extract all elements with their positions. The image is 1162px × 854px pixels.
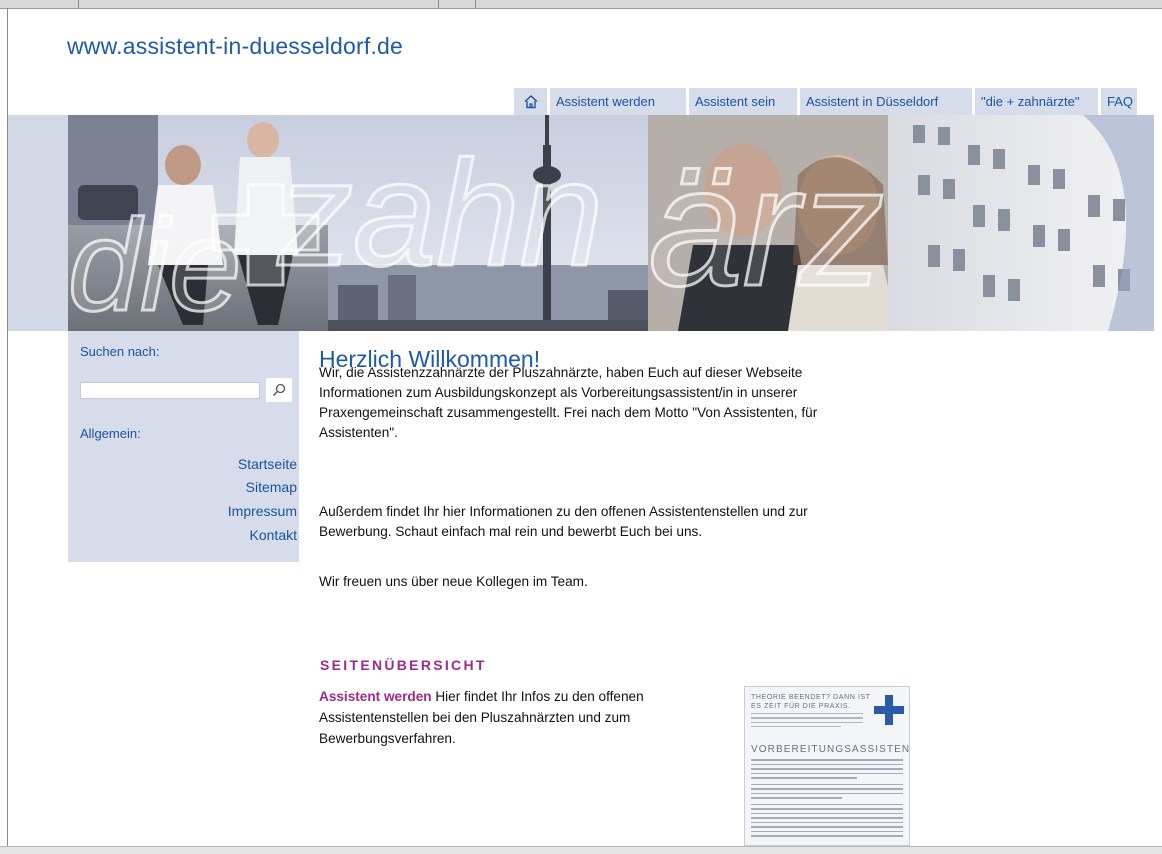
header-banner: die zahn ärz [8,115,1154,331]
overview-description: Assistentenstellen bei den Pluszahnärzte… [319,710,631,725]
search-input[interactable] [80,382,260,399]
nav-tab-die-zahnaerzte[interactable]: "die + zahnärzte" [975,88,1098,115]
sidebar-link-sitemap[interactable]: Sitemap [246,479,297,495]
intro-paragraph: Wir, die Assistenzzahnärzte der Pluszahn… [319,363,817,443]
window-top-edge [0,0,1162,9]
flyer-title: VORBEREITUNGSASSISTENT/IN [751,744,910,755]
info-line: Bewerbung. Schaut einfach mal rein und b… [319,524,703,539]
overview-description: Bewerbungsverfahren. [319,731,456,746]
intro-line: Wir, die Assistenzzahnärzte der Pluszahn… [319,365,803,380]
flyer-headline-line: THEORIE BEENDET? DANN IST [751,694,871,701]
nav-tab-faq[interactable]: FAQ [1101,88,1137,115]
info-line: Außerdem findet Ihr hier Informationen z… [319,504,808,519]
home-icon [524,95,537,109]
magnifier-icon [272,383,286,397]
overview-description: Hier findet Ihr Infos zu den offenen [431,689,644,704]
flyer-body-text [751,759,903,840]
info-paragraph: Außerdem findet Ihr hier Informationen z… [319,502,808,542]
nav-tab-assistent-werden[interactable]: Assistent werden [550,88,686,115]
plus-logo-icon [874,695,904,725]
overview-link-assistent-werden[interactable]: Assistent werden [319,689,432,704]
nav-home-button[interactable] [514,88,547,115]
intro-line: Praxengemeinschaft zusammengestellt. Fre… [319,405,818,420]
sidebar-link-startseite[interactable]: Startseite [238,456,297,472]
flyer-headline-line: ES ZEIT FÜR DIE PRAXIS. [751,702,851,710]
svg-text:zahn: zahn [277,129,603,297]
search-label: Suchen nach: [80,344,160,359]
intro-line: Assistenten". [319,425,398,440]
search-button[interactable] [266,378,292,402]
intro-line: Informationen zum Ausbildungskonzept als… [319,385,798,400]
banner-collage-image: die zahn ärz [8,115,1154,331]
main-navigation: Assistent werden Assistent sein Assisten… [514,88,1137,115]
svg-text:ärz: ärz [648,132,884,322]
flyer-thumbnail[interactable]: THEORIE BEENDET? DANN IST ES ZEIT FÜR DI… [744,686,910,846]
sidebar-link-impressum[interactable]: Impressum [228,503,297,519]
general-section-label: Allgemein: [80,426,141,441]
site-title[interactable]: www.assistent-in-duesseldorf.de [67,33,403,60]
closing-paragraph: Wir freuen uns über neue Kollegen im Tea… [319,574,588,589]
svg-text:die: die [68,192,241,331]
flyer-intro-text [751,713,863,730]
sidebar: Suchen nach: Allgemein: Startseite Sitem… [68,331,299,562]
sidebar-link-kontakt[interactable]: Kontakt [250,527,297,543]
overview-entry: Assistent werden Hier findet Ihr Infos z… [319,686,644,749]
overview-heading: SEITENÜBERSICHT [320,657,487,673]
flyer-headline: THEORIE BEENDET? DANN IST ES ZEIT FÜR DI… [751,694,871,711]
nav-tab-assistent-sein[interactable]: Assistent sein [689,88,797,115]
nav-tab-assistent-in-duesseldorf[interactable]: Assistent in Düsseldorf [800,88,972,115]
